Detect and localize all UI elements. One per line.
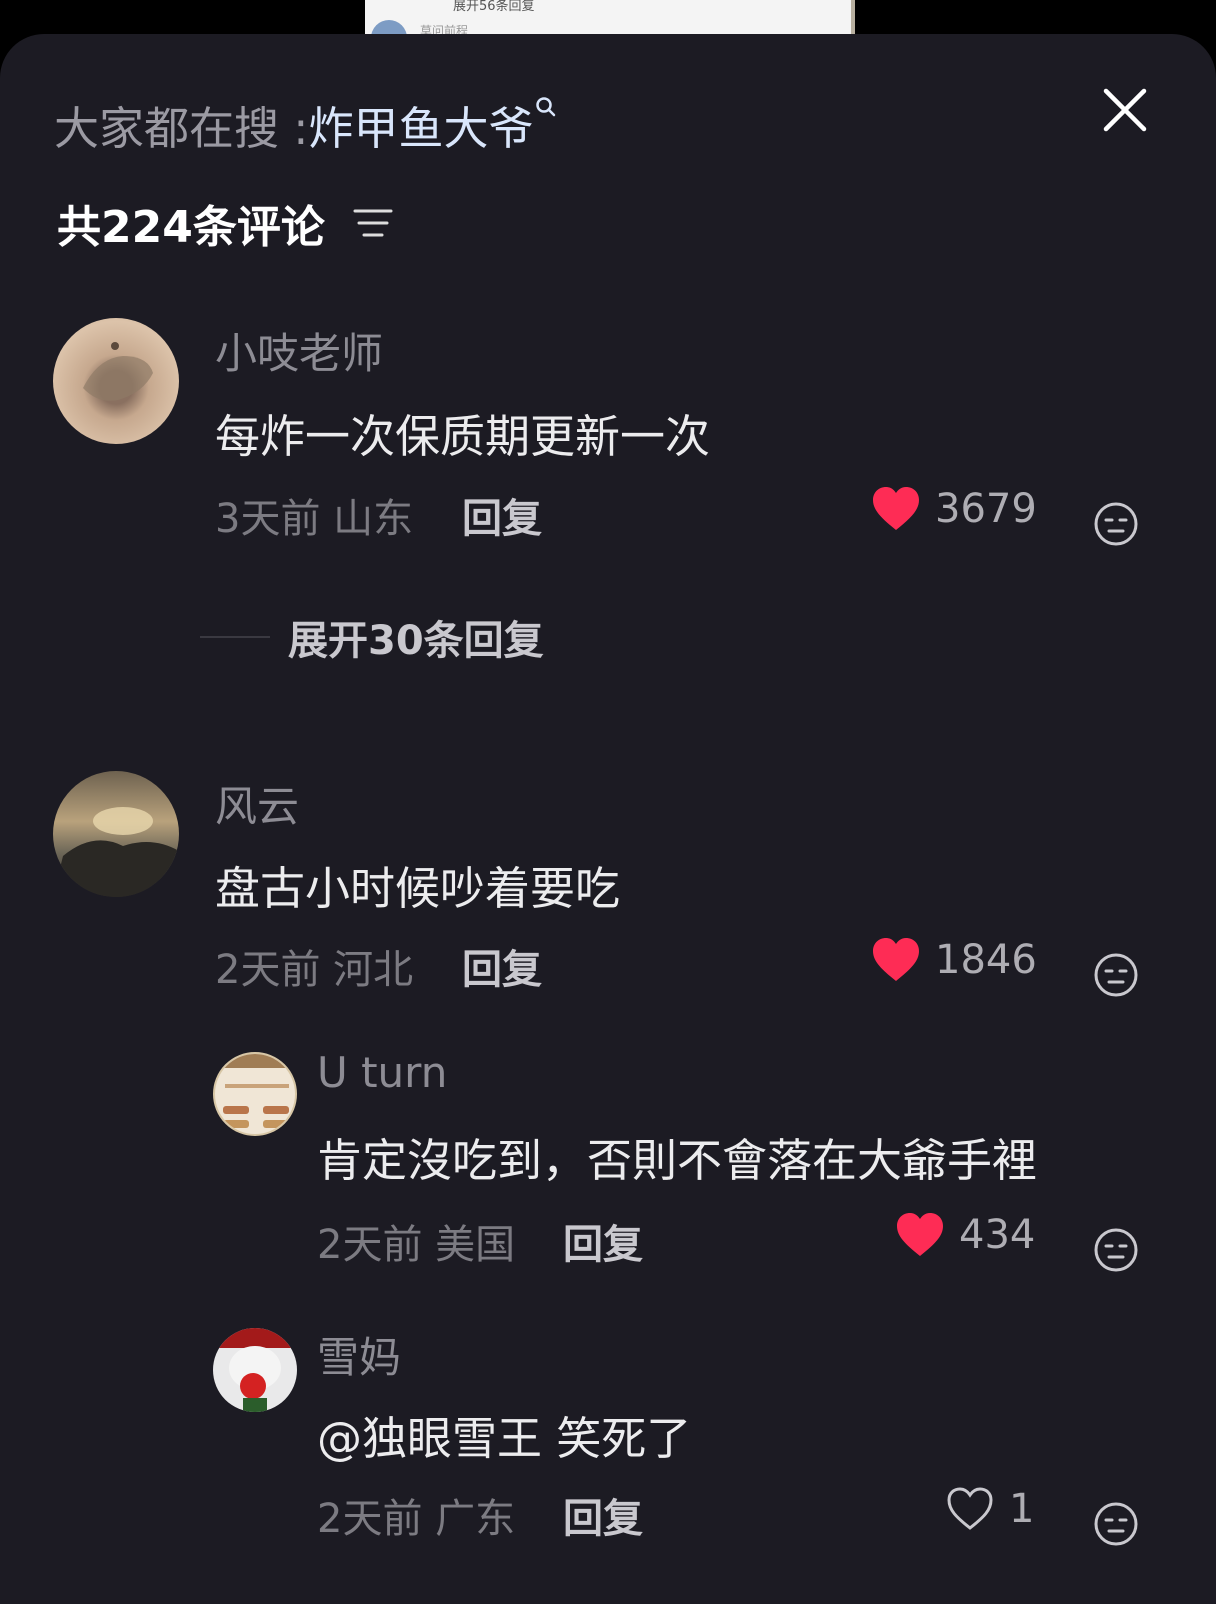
- reply-meta: 2天前 美国: [317, 1212, 515, 1270]
- comment-username[interactable]: 小吱老师: [215, 320, 383, 381]
- hot-search-bar[interactable]: 大家都在搜 : 炸甲鱼大爷: [54, 92, 557, 157]
- hot-search-query: 炸甲鱼大爷: [308, 102, 534, 155]
- avatar[interactable]: [213, 1328, 297, 1412]
- filter-icon[interactable]: [351, 205, 395, 241]
- comment-text: 每炸一次保质期更新一次: [215, 410, 711, 463]
- hot-search-prefix: 大家都在搜 :: [54, 102, 309, 155]
- comment-sheet: 大家都在搜 : 炸甲鱼大爷 共224条评论 小吱老师 每炸一次保质期更新一次 3…: [0, 34, 1216, 1604]
- reply-location: 广东: [435, 1496, 516, 1542]
- reply-button[interactable]: 回复: [462, 937, 542, 995]
- heart-outline-icon: [947, 1487, 993, 1530]
- comment-meta: 2天前 河北: [215, 937, 413, 995]
- heart-filled-icon: [873, 938, 919, 981]
- like-count: 3679: [935, 486, 1037, 532]
- like-button[interactable]: 434: [895, 1212, 1035, 1258]
- dislike-face-icon[interactable]: [1092, 1500, 1140, 1548]
- search-icon: [536, 97, 556, 117]
- peek-expand-text: 展开56条回复: [453, 0, 535, 14]
- close-icon[interactable]: [1100, 85, 1150, 135]
- avatar-drawing: [215, 1054, 295, 1128]
- reply-username[interactable]: U turn: [317, 1048, 447, 1097]
- avatar-drawing: [53, 807, 179, 897]
- like-button[interactable]: 1: [945, 1486, 1034, 1532]
- heart-filled-icon: [873, 487, 919, 530]
- peek-avatar: [371, 20, 407, 34]
- dislike-face-icon[interactable]: [1092, 1226, 1140, 1274]
- dislike-face-icon[interactable]: [1092, 500, 1140, 548]
- reply-meta: 2天前 广东: [317, 1486, 515, 1544]
- comment-count: 共224条评论: [57, 202, 325, 253]
- comment-text: 盘古小时候吵着要吃: [215, 862, 621, 915]
- comment-location: 山东: [333, 496, 414, 542]
- like-count: 1: [1009, 1486, 1035, 1532]
- heart-filled-icon: [897, 1213, 943, 1256]
- avatar[interactable]: [213, 1052, 297, 1136]
- comment-time: 2天前: [215, 947, 321, 993]
- reply-text: 肯定沒吃到，否則不會落在大爺手裡: [317, 1134, 1038, 1187]
- avatar-drawing: [83, 342, 153, 401]
- like-count: 1846: [935, 937, 1037, 983]
- reply-button[interactable]: 回复: [462, 486, 542, 544]
- expand-replies-button[interactable]: 展开30条回复: [200, 608, 544, 666]
- background-video-peek: 展开56条回复 莫问前程: [365, 0, 855, 34]
- avatar[interactable]: [53, 771, 179, 897]
- comment-count-header: 共224条评论: [57, 191, 395, 255]
- peek-username: 莫问前程: [420, 24, 469, 34]
- like-count: 434: [959, 1212, 1036, 1258]
- reply-button[interactable]: 回复: [563, 1212, 643, 1270]
- reply-time: 2天前: [317, 1222, 423, 1268]
- reply-location: 美国: [435, 1222, 516, 1268]
- reply-username[interactable]: 雪妈: [317, 1324, 401, 1385]
- hot-search-link[interactable]: 炸甲鱼大爷: [308, 92, 557, 157]
- reply-button[interactable]: 回复: [563, 1486, 643, 1544]
- reply-text: @独眼雪王 笑死了: [317, 1412, 692, 1465]
- reply-time: 2天前: [317, 1496, 423, 1542]
- expand-replies-label: 展开30条回复: [288, 618, 544, 664]
- avatar-drawing: [213, 1328, 297, 1412]
- like-button[interactable]: 3679: [871, 486, 1037, 532]
- comment-meta: 3天前 山东: [215, 486, 413, 544]
- comment-username[interactable]: 风云: [215, 773, 299, 834]
- expand-divider: [200, 636, 270, 638]
- comment-location: 河北: [333, 947, 414, 993]
- avatar[interactable]: [53, 318, 179, 444]
- like-button[interactable]: 1846: [871, 937, 1037, 983]
- dislike-face-icon[interactable]: [1092, 951, 1140, 999]
- comment-time: 3天前: [215, 496, 321, 542]
